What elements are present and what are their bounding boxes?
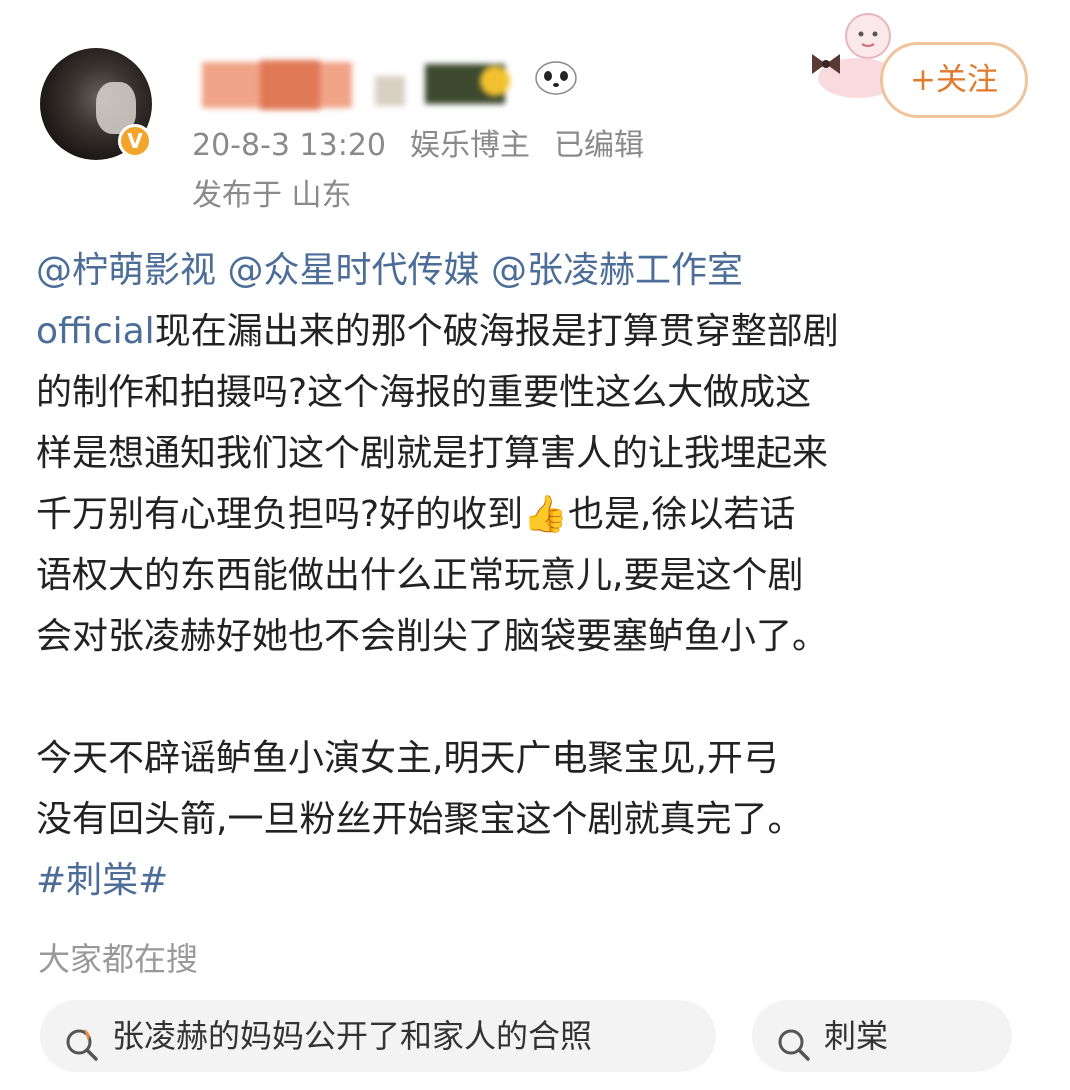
post-line-2: official现在漏出来的那个破海报是打算贯穿整部剧 xyxy=(36,301,1036,362)
mention-link[interactable]: official xyxy=(36,311,155,352)
verified-badge-icon: V xyxy=(118,124,152,158)
search-chip-label: 刺棠 xyxy=(824,1017,889,1055)
author-role: 娱乐博主 xyxy=(410,128,530,163)
post-location: 发布于 山东 xyxy=(192,178,352,213)
search-chip[interactable]: 刺棠 xyxy=(752,1000,1012,1072)
panda-emoji-icon xyxy=(532,56,580,96)
post-line-9: 没有回头箭,一旦粉丝开始聚宝这个剧就真完了。 xyxy=(36,799,804,840)
post-time: 20-8-3 13:20 xyxy=(192,128,386,163)
search-icon xyxy=(774,1018,814,1061)
post-text: 也是,徐以若话 xyxy=(567,494,796,535)
edited-label: 已编辑 xyxy=(554,128,644,163)
post-text: 千万别有心理负担吗?好的收到 xyxy=(36,494,524,535)
post-line-4: 样是想通知我们这个剧就是打算害人的让我埋起来 xyxy=(36,433,829,474)
mention-link[interactable]: @众星时代传媒 xyxy=(227,250,479,291)
topic-link[interactable]: #刺棠# xyxy=(36,860,168,901)
post-content: @柠萌影视 @众星时代传媒 @张凌赫工作室 official现在漏出来的那个破海… xyxy=(36,240,1036,911)
post-meta: 20-8-3 13:20 娱乐博主 已编辑 xyxy=(192,120,644,163)
post-line-6: 语权大的东西能做出什么正常玩意儿,要是这个剧 xyxy=(36,555,804,596)
post-line-3: 的制作和拍摄吗?这个海报的重要性这么大做成这 xyxy=(36,372,812,413)
mention-link[interactable]: @张凌赫工作室 xyxy=(491,250,743,291)
post-line-1: @柠萌影视 @众星时代传媒 @张凌赫工作室 xyxy=(36,240,1036,301)
post-line-5: 千万别有心理负担吗?好的收到👍也是,徐以若话 xyxy=(36,484,1036,545)
search-chip[interactable]: 张凌赫的妈妈公开了和家人的合照 xyxy=(40,1000,716,1072)
follow-button[interactable]: +关注 xyxy=(880,42,1028,118)
post-line-8: 今天不辟谣鲈鱼小演女主,明天广电聚宝见,开弓 xyxy=(36,738,779,779)
username-blurred[interactable] xyxy=(190,56,590,114)
post-line-7: 会对张凌赫好她也不会削尖了脑袋要塞鲈鱼小了。 xyxy=(36,616,829,657)
post-line-10: #刺棠# xyxy=(36,850,1036,911)
trending-search-title: 大家都在搜 xyxy=(38,940,199,978)
hot-search-icon xyxy=(62,1018,102,1061)
thumb-emoji-icon: 👍 xyxy=(523,494,568,535)
post-text: 现在漏出来的那个破海报是打算贯穿整部剧 xyxy=(154,311,839,352)
mention-link[interactable]: @柠萌影视 xyxy=(36,250,216,291)
search-chip-label: 张凌赫的妈妈公开了和家人的合照 xyxy=(112,1017,593,1055)
